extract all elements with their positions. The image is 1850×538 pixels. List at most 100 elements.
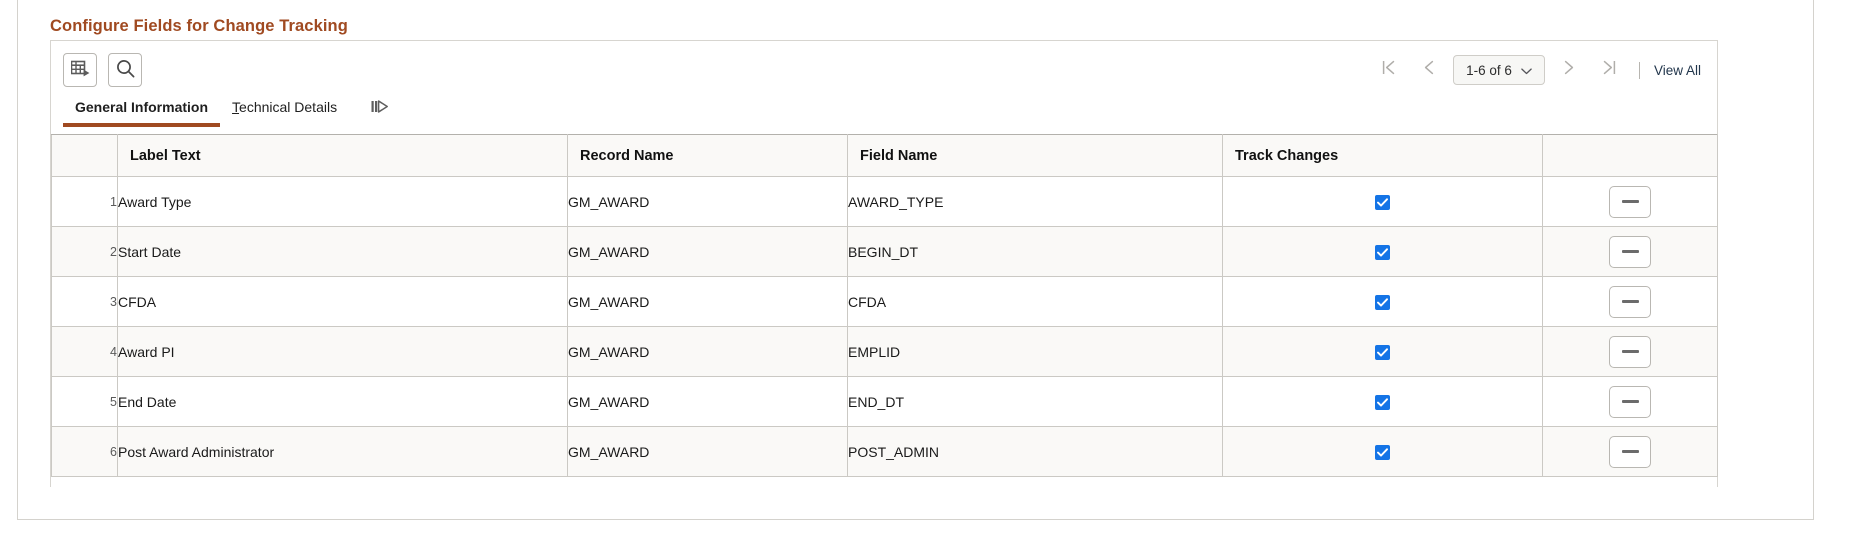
- grid-panel: 1-6 of 6 View All General Information Te…: [50, 40, 1718, 487]
- delete-row-button[interactable]: [1609, 285, 1651, 318]
- actions-cell: [1542, 276, 1718, 327]
- page-frame: Configure Fields for Change Tracking 1-6…: [17, 0, 1814, 520]
- row-number-cell: 4: [51, 326, 118, 377]
- actions-cell: [1542, 226, 1718, 277]
- tab-technical-details-label: echnical Details: [239, 99, 338, 115]
- column-header-row-number: [51, 134, 118, 177]
- minus-icon: [1621, 450, 1639, 453]
- chevron-down-icon: [1521, 63, 1532, 78]
- table-row: 1 Award Type GM_AWARD AWARD_TYPE: [51, 176, 1718, 227]
- tab-technical-details-accesskey: T: [232, 99, 240, 115]
- record-name-cell: GM_AWARD: [567, 226, 848, 277]
- minus-icon: [1621, 300, 1639, 303]
- table-row: 5 End Date GM_AWARD END_DT: [51, 376, 1718, 427]
- grid-download-icon: [70, 60, 90, 81]
- table-row: 2 Start Date GM_AWARD BEGIN_DT: [51, 226, 1718, 277]
- delete-row-button[interactable]: [1609, 235, 1651, 268]
- track-changes-cell: [1222, 176, 1543, 227]
- track-changes-cell: [1222, 426, 1543, 477]
- first-page-button[interactable]: [1369, 51, 1409, 89]
- label-text-cell: CFDA: [117, 276, 568, 327]
- previous-page-button[interactable]: [1409, 51, 1449, 89]
- column-header-record-name: Record Name: [567, 134, 848, 177]
- track-changes-checkbox[interactable]: [1375, 294, 1390, 310]
- row-number-cell: 2: [51, 226, 118, 277]
- track-changes-cell: [1222, 276, 1543, 327]
- row-range-label: 1-6 of 6: [1466, 62, 1512, 78]
- last-page-button[interactable]: [1589, 51, 1629, 89]
- table-row: 3 CFDA GM_AWARD CFDA: [51, 276, 1718, 327]
- table-header-row: Label Text Record Name Field Name Track …: [51, 134, 1718, 177]
- delete-row-button[interactable]: [1609, 335, 1651, 368]
- track-changes-checkbox[interactable]: [1375, 194, 1390, 210]
- field-name-cell: BEGIN_DT: [847, 226, 1223, 277]
- label-text-cell: Award PI: [117, 326, 568, 377]
- track-changes-cell: [1222, 326, 1543, 377]
- label-text-cell: End Date: [117, 376, 568, 427]
- checkmark-icon: [1377, 448, 1388, 457]
- record-name-cell: GM_AWARD: [567, 276, 848, 327]
- pager-divider: [1638, 61, 1640, 79]
- page-title: Configure Fields for Change Tracking: [50, 17, 348, 35]
- column-header-actions: [1542, 134, 1718, 177]
- label-text-cell: Post Award Administrator: [117, 426, 568, 477]
- row-number-cell: 5: [51, 376, 118, 427]
- track-changes-checkbox[interactable]: [1375, 444, 1390, 460]
- minus-icon: [1621, 250, 1639, 253]
- delete-row-button[interactable]: [1609, 185, 1651, 218]
- find-button[interactable]: [108, 53, 142, 87]
- label-text-cell: Start Date: [117, 226, 568, 277]
- record-name-cell: GM_AWARD: [567, 176, 848, 227]
- delete-row-button[interactable]: [1609, 435, 1651, 468]
- previous-page-icon: [1423, 59, 1435, 81]
- record-name-cell: GM_AWARD: [567, 376, 848, 427]
- show-next-tab-icon: [371, 99, 389, 119]
- download-to-excel-button[interactable]: [63, 53, 97, 87]
- row-number-cell: 6: [51, 426, 118, 477]
- actions-cell: [1542, 426, 1718, 477]
- next-page-icon: [1563, 59, 1575, 81]
- track-changes-checkbox[interactable]: [1375, 344, 1390, 360]
- checkmark-icon: [1377, 298, 1388, 307]
- track-changes-checkbox[interactable]: [1375, 244, 1390, 260]
- last-page-icon: [1602, 59, 1616, 81]
- field-name-cell: EMPLID: [847, 326, 1223, 377]
- table-body: 1 Award Type GM_AWARD AWARD_TYPE 2 Start Date…: [51, 176, 1718, 477]
- actions-cell: [1542, 376, 1718, 427]
- change-tracking-table: Label Text Record Name Field Name Track …: [51, 134, 1718, 477]
- tab-strip: General Information Technical Details: [51, 98, 1717, 134]
- next-page-button[interactable]: [1549, 51, 1589, 89]
- table-row: 6 Post Award Administrator GM_AWARD POST_AD…: [51, 426, 1718, 477]
- minus-icon: [1621, 400, 1639, 403]
- tab-general-information-label: General Information: [75, 99, 209, 115]
- actions-cell: [1542, 176, 1718, 227]
- table-head: Label Text Record Name Field Name Track …: [51, 134, 1718, 177]
- column-header-label-text: Label Text: [117, 134, 568, 177]
- minus-icon: [1621, 200, 1639, 203]
- tab-general-information[interactable]: General Information: [63, 98, 221, 127]
- pagination-controls: 1-6 of 6 View All: [1369, 51, 1707, 89]
- checkmark-icon: [1377, 348, 1388, 357]
- show-next-tab-button[interactable]: [371, 99, 389, 119]
- column-header-field-name: Field Name: [847, 134, 1223, 177]
- field-name-cell: CFDA: [847, 276, 1223, 327]
- tab-technical-details[interactable]: Technical Details: [220, 98, 349, 127]
- search-icon: [116, 59, 135, 81]
- field-name-cell: AWARD_TYPE: [847, 176, 1223, 227]
- record-name-cell: GM_AWARD: [567, 426, 848, 477]
- minus-icon: [1621, 350, 1639, 353]
- first-page-icon: [1382, 59, 1396, 81]
- actions-cell: [1542, 326, 1718, 377]
- row-number-cell: 3: [51, 276, 118, 327]
- row-range-select[interactable]: 1-6 of 6: [1452, 55, 1545, 85]
- delete-row-button[interactable]: [1609, 385, 1651, 418]
- track-changes-cell: [1222, 226, 1543, 277]
- record-name-cell: GM_AWARD: [567, 326, 848, 377]
- field-name-cell: END_DT: [847, 376, 1223, 427]
- field-name-cell: POST_ADMIN: [847, 426, 1223, 477]
- view-all-link[interactable]: View All: [1654, 63, 1707, 78]
- row-number-cell: 1: [51, 176, 118, 227]
- track-changes-checkbox[interactable]: [1375, 394, 1390, 410]
- checkmark-icon: [1377, 198, 1388, 207]
- label-text-cell: Award Type: [117, 176, 568, 227]
